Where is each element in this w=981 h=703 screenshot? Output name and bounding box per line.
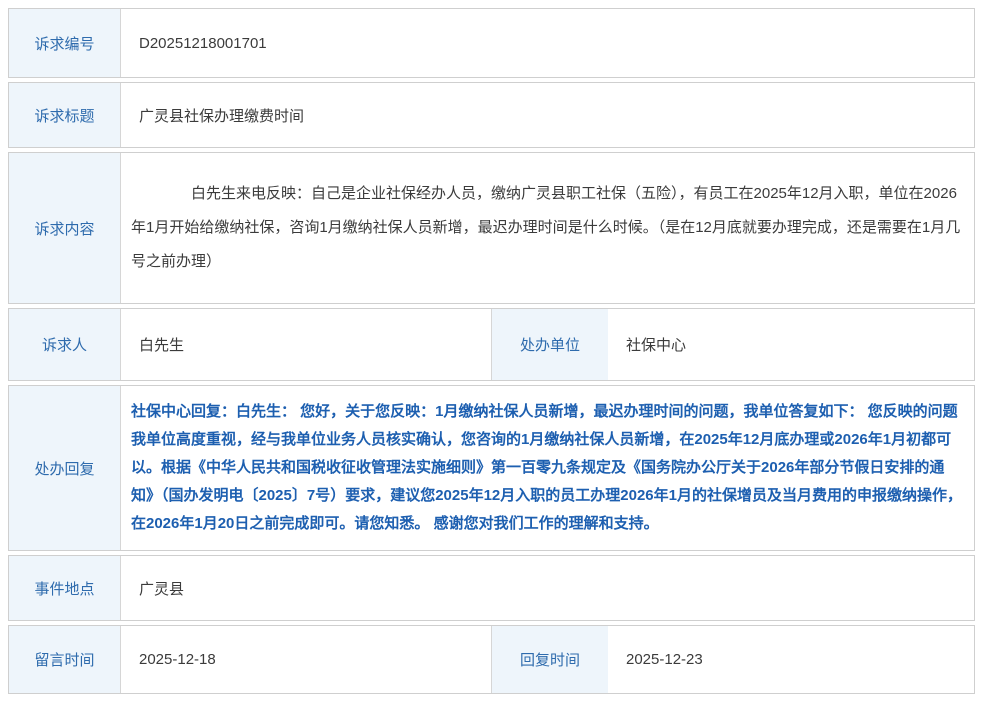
- reply-time-label: 回复时间: [491, 626, 608, 693]
- row-handling-reply: 处办回复 社保中心回复：白先生： 您好，关于您反映：1月缴纳社保人员新增，最迟办…: [8, 385, 975, 551]
- handling-reply-label: 处办回复: [9, 386, 121, 550]
- request-title-value: 广灵县社保办理缴费时间: [121, 83, 974, 147]
- handling-unit-label: 处办单位: [491, 309, 608, 380]
- row-request-content: 诉求内容 白先生来电反映：自己是企业社保经办人员，缴纳广灵县职工社保（五险），有…: [8, 152, 975, 304]
- complaint-detail-table: 诉求编号 D20251218001701 诉求标题 广灵县社保办理缴费时间 诉求…: [8, 8, 975, 698]
- handling-unit-value: 社保中心: [608, 309, 974, 380]
- request-content-text: 白先生来电反映：自己是企业社保经办人员，缴纳广灵县职工社保（五险），有员工在20…: [131, 177, 964, 279]
- row-message-reply-time: 留言时间 2025-12-18 回复时间 2025-12-23: [8, 625, 975, 694]
- request-content-label: 诉求内容: [9, 153, 121, 303]
- message-time-value: 2025-12-18: [121, 626, 491, 693]
- requester-value: 白先生: [121, 309, 491, 380]
- request-title-label: 诉求标题: [9, 83, 121, 147]
- row-requester-handler: 诉求人 白先生 处办单位 社保中心: [8, 308, 975, 381]
- request-number-label: 诉求编号: [9, 9, 121, 77]
- request-content-value: 白先生来电反映：自己是企业社保经办人员，缴纳广灵县职工社保（五险），有员工在20…: [121, 153, 974, 303]
- handling-reply-text: 社保中心回复：白先生： 您好，关于您反映：1月缴纳社保人员新增，最迟办理时间的问…: [131, 398, 964, 538]
- message-time-label: 留言时间: [9, 626, 121, 693]
- row-request-number: 诉求编号 D20251218001701: [8, 8, 975, 78]
- reply-time-value: 2025-12-23: [608, 626, 974, 693]
- request-number-value: D20251218001701: [121, 9, 974, 77]
- row-request-title: 诉求标题 广灵县社保办理缴费时间: [8, 82, 975, 148]
- event-location-label: 事件地点: [9, 556, 121, 620]
- event-location-value: 广灵县: [121, 556, 974, 620]
- handling-reply-value: 社保中心回复：白先生： 您好，关于您反映：1月缴纳社保人员新增，最迟办理时间的问…: [121, 386, 974, 550]
- requester-label: 诉求人: [9, 309, 121, 380]
- row-event-location: 事件地点 广灵县: [8, 555, 975, 621]
